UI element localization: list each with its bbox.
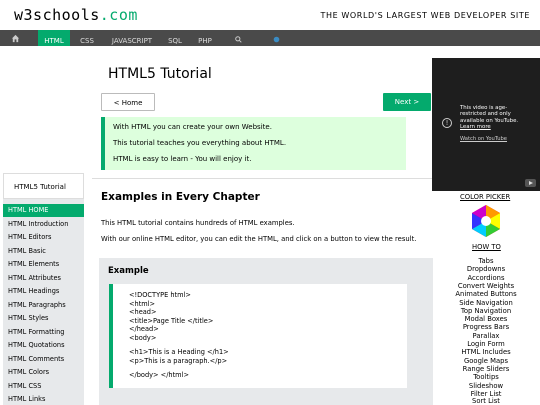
sidebar-item-html-introduction[interactable]: HTML Introduction <box>3 218 84 231</box>
info-icon: ! <box>442 118 452 128</box>
code-line: <html> <box>129 299 156 308</box>
code-line: <h1>This is a Heading </h1> <box>129 348 229 356</box>
intro-line: This tutorial teaches you everything abo… <box>113 139 287 147</box>
page-title: HTML5 Tutorial <box>108 66 212 82</box>
howto-link-login-form[interactable]: Login Form <box>432 340 540 348</box>
howto-link-parallax[interactable]: Parallax <box>432 332 540 340</box>
sidebar-item-html-colors[interactable]: HTML Colors <box>3 366 84 379</box>
intro-line: HTML is easy to learn - You will enjoy i… <box>113 155 252 163</box>
howto-link-top-navigation[interactable]: Top Navigation <box>432 307 540 315</box>
nav-item-sql[interactable]: SQL <box>164 30 186 46</box>
howto-link-dropdowns[interactable]: Dropdowns <box>432 265 540 273</box>
sidebar-item-html-comments[interactable]: HTML Comments <box>3 353 84 366</box>
howto-link-google-maps[interactable]: Google Maps <box>432 357 540 365</box>
youtube-icon[interactable] <box>525 179 536 187</box>
code-line: <!DOCTYPE html> <box>129 291 191 299</box>
w3schools-logo[interactable]: w3schools.com <box>14 6 138 24</box>
nav-item-html[interactable]: HTML <box>38 30 70 46</box>
learn-more-link[interactable]: Learn more <box>460 124 532 130</box>
howto-link-slideshow[interactable]: Slideshow <box>432 382 540 390</box>
sidebar-item-html-links[interactable]: HTML Links <box>3 393 84 405</box>
intro-line: With HTML you can create your own Websit… <box>113 123 272 131</box>
home-button[interactable]: < Home <box>101 93 155 111</box>
sidebar-item-html-css[interactable]: HTML CSS <box>3 380 84 393</box>
sidebar-title: HTML5 Tutorial <box>3 173 84 199</box>
sidebar-item-html-quotations[interactable]: HTML Quotations <box>3 339 84 352</box>
howto-link-html-includes[interactable]: HTML Includes <box>432 348 540 356</box>
color-wheel-icon[interactable] <box>469 204 503 238</box>
nav-item-css[interactable]: CSS <box>74 30 100 46</box>
howto-link-animated-buttons[interactable]: Animated Buttons <box>432 290 540 298</box>
tagline: THE WORLD'S LARGEST WEB DEVELOPER SITE <box>320 11 530 20</box>
divider <box>92 178 432 179</box>
logo-dot: .com <box>99 6 138 24</box>
search-icon[interactable] <box>230 30 246 46</box>
howto-link-tabs[interactable]: Tabs <box>432 257 540 265</box>
sidebar-item-html-formatting[interactable]: HTML Formatting <box>3 326 84 339</box>
top-nav: HTML CSS JAVASCRIPT SQL PHP <box>0 30 540 46</box>
nav-item-javascript[interactable]: JAVASCRIPT <box>104 30 160 46</box>
color-picker-link[interactable]: COLOR PICKER <box>460 193 510 201</box>
top-header: w3schools.com THE WORLD'S LARGEST WEB DE… <box>0 0 540 30</box>
howto-link-sort-list[interactable]: Sort List <box>432 397 540 405</box>
sidebar-item-html-headings[interactable]: HTML Headings <box>3 285 84 298</box>
howto-link-modal-boxes[interactable]: Modal Boxes <box>432 315 540 323</box>
code-line: <p>This is a paragraph.</p> <box>129 356 228 365</box>
intro-note: With HTML you can create your own Websit… <box>101 117 406 170</box>
code-line: </head> <box>129 325 159 333</box>
howto-link-side-navigation[interactable]: Side Navigation <box>432 299 540 307</box>
left-sidebar: HTML5 Tutorial HTML HOME HTML Introducti… <box>3 173 84 405</box>
howto-link-convert-weights[interactable]: Convert Weights <box>432 282 540 290</box>
howto-link-tooltips[interactable]: Tooltips <box>432 373 540 381</box>
howto-link-progress-bars[interactable]: Progress Bars <box>432 323 540 331</box>
code-line: <body> <box>129 333 157 342</box>
section-heading: Examples in Every Chapter <box>101 191 260 203</box>
home-icon[interactable] <box>0 30 30 46</box>
sidebar-item-html-attributes[interactable]: HTML Attributes <box>3 272 84 285</box>
sidebar-item-html-elements[interactable]: HTML Elements <box>3 258 84 271</box>
howto-link-range-sliders[interactable]: Range Sliders <box>432 365 540 373</box>
video-message: This video is age- restricted and only a… <box>460 105 532 131</box>
next-button[interactable]: Next > <box>383 93 431 111</box>
example-title: Example <box>108 266 149 276</box>
sidebar-item-html-styles[interactable]: HTML Styles <box>3 312 84 325</box>
how-to-link[interactable]: HOW TO <box>472 243 501 251</box>
globe-icon[interactable] <box>268 30 284 46</box>
section-paragraph: This HTML tutorial contains hundreds of … <box>101 219 295 227</box>
howto-link-accordions[interactable]: Accordions <box>432 274 540 282</box>
sidebar-item-html-paragraphs[interactable]: HTML Paragraphs <box>3 299 84 312</box>
example-panel: Example <!DOCTYPE html> <html> <head> <t… <box>99 258 433 405</box>
code-box: <!DOCTYPE html> <html> <head> <title>Pag… <box>109 284 407 388</box>
code-line: </body> </html> <box>129 371 189 379</box>
code-line: <head> <box>129 308 157 316</box>
watch-on-youtube-link[interactable]: Watch on YouTube <box>460 136 507 142</box>
sidebar-item-html-home[interactable]: HTML HOME <box>3 204 84 218</box>
sidebar-item-html-basic[interactable]: HTML Basic <box>3 245 84 258</box>
section-paragraph: With our online HTML editor, you can edi… <box>101 235 417 243</box>
logo-main: w3schools <box>14 6 100 24</box>
video-embed[interactable]: ! This video is age- restricted and only… <box>432 58 540 191</box>
nav-item-php[interactable]: PHP <box>192 30 218 46</box>
code-line: <title>Page Title </title> <box>129 316 214 325</box>
sidebar-item-html-editors[interactable]: HTML Editors <box>3 231 84 244</box>
